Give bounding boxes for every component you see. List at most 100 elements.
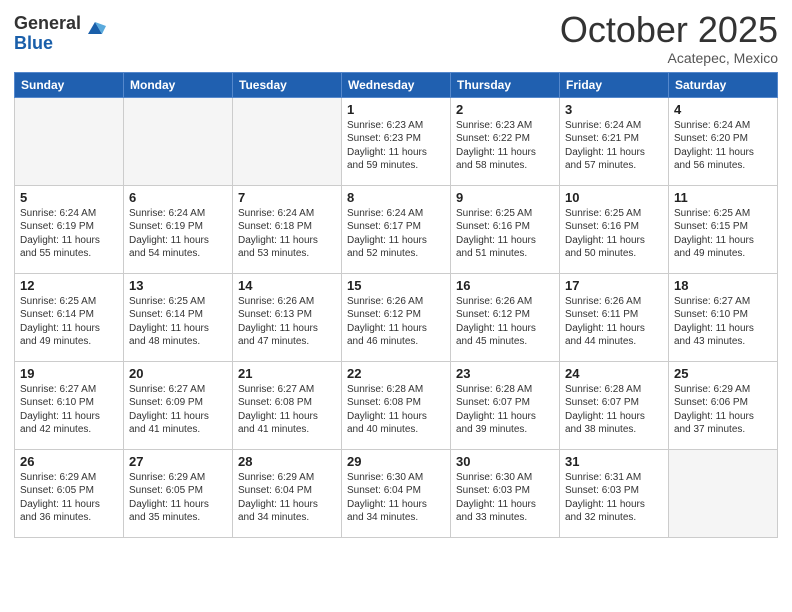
- logo-general: General: [14, 14, 81, 34]
- logo-icon: [84, 16, 106, 38]
- day-info: Sunrise: 6:29 AM Sunset: 6:06 PM Dayligh…: [674, 383, 772, 437]
- weekday-header: Thursday: [451, 72, 560, 97]
- day-number: 3: [565, 102, 663, 117]
- weekday-header: Saturday: [669, 72, 778, 97]
- day-info: Sunrise: 6:29 AM Sunset: 6:05 PM Dayligh…: [129, 471, 227, 525]
- calendar-cell: 22Sunrise: 6:28 AM Sunset: 6:08 PM Dayli…: [342, 361, 451, 449]
- day-number: 14: [238, 278, 336, 293]
- weekday-header: Wednesday: [342, 72, 451, 97]
- calendar-week-row: 26 Sunrise: 6:29 AM Sunset: 6:05 PM Dayli…: [15, 449, 778, 537]
- day-number: 16: [456, 278, 554, 293]
- day-number: 10: [565, 190, 663, 205]
- day-number: 8: [347, 190, 445, 205]
- calendar-cell: 18Sunrise: 6:27 AM Sunset: 6:10 PM Dayli…: [669, 273, 778, 361]
- day-info: Sunrise: 6:26 AM Sunset: 6:11 PM Dayligh…: [565, 295, 663, 349]
- calendar-cell: [669, 449, 778, 537]
- logo: General Blue: [14, 14, 106, 54]
- day-info: Sunrise: 6:24 AM Sunset: 6:19 PM Dayligh…: [20, 207, 118, 261]
- day-info: Sunrise: 6:28 AM Sunset: 6:07 PM Dayligh…: [456, 383, 554, 437]
- day-number: 18: [674, 278, 772, 293]
- day-info: Sunrise: 6:24 AM Sunset: 6:18 PM Dayligh…: [238, 207, 336, 261]
- calendar-week-row: 1 Sunrise: 6:23 AM Sunset: 6:23 PM Daylig…: [15, 97, 778, 185]
- day-number: 5: [20, 190, 118, 205]
- logo-blue: Blue: [14, 34, 81, 54]
- calendar-cell: 4 Sunrise: 6:24 AM Sunset: 6:20 PM Daylig…: [669, 97, 778, 185]
- day-info: Sunrise: 6:28 AM Sunset: 6:07 PM Dayligh…: [565, 383, 663, 437]
- day-info: Sunrise: 6:26 AM Sunset: 6:12 PM Dayligh…: [347, 295, 445, 349]
- day-number: 17: [565, 278, 663, 293]
- title-block: October 2025 Acatepec, Mexico: [560, 10, 778, 66]
- day-info: Sunrise: 6:30 AM Sunset: 6:03 PM Dayligh…: [456, 471, 554, 525]
- day-number: 25: [674, 366, 772, 381]
- day-info: Sunrise: 6:29 AM Sunset: 6:05 PM Dayligh…: [20, 471, 118, 525]
- day-number: 28: [238, 454, 336, 469]
- weekday-header-row: SundayMondayTuesdayWednesdayThursdayFrid…: [15, 72, 778, 97]
- day-info: Sunrise: 6:25 AM Sunset: 6:15 PM Dayligh…: [674, 207, 772, 261]
- day-info: Sunrise: 6:27 AM Sunset: 6:08 PM Dayligh…: [238, 383, 336, 437]
- calendar-cell: 26 Sunrise: 6:29 AM Sunset: 6:05 PM Dayli…: [15, 449, 124, 537]
- calendar-cell: 25 Sunrise: 6:29 AM Sunset: 6:06 PM Dayli…: [669, 361, 778, 449]
- day-number: 2: [456, 102, 554, 117]
- calendar-cell: 15Sunrise: 6:26 AM Sunset: 6:12 PM Dayli…: [342, 273, 451, 361]
- day-info: Sunrise: 6:31 AM Sunset: 6:03 PM Dayligh…: [565, 471, 663, 525]
- calendar-cell: 17 Sunrise: 6:26 AM Sunset: 6:11 PM Dayli…: [560, 273, 669, 361]
- day-info: Sunrise: 6:24 AM Sunset: 6:20 PM Dayligh…: [674, 119, 772, 173]
- day-info: Sunrise: 6:23 AM Sunset: 6:23 PM Dayligh…: [347, 119, 445, 173]
- calendar-cell: 13 Sunrise: 6:25 AM Sunset: 6:14 PM Dayli…: [124, 273, 233, 361]
- calendar-cell: [233, 97, 342, 185]
- day-info: Sunrise: 6:27 AM Sunset: 6:10 PM Dayligh…: [20, 383, 118, 437]
- calendar-cell: [124, 97, 233, 185]
- calendar-cell: 20 Sunrise: 6:27 AM Sunset: 6:09 PM Dayli…: [124, 361, 233, 449]
- calendar-cell: 24 Sunrise: 6:28 AM Sunset: 6:07 PM Dayli…: [560, 361, 669, 449]
- calendar-week-row: 12 Sunrise: 6:25 AM Sunset: 6:14 PM Dayli…: [15, 273, 778, 361]
- weekday-header: Monday: [124, 72, 233, 97]
- calendar-cell: 9Sunrise: 6:25 AM Sunset: 6:16 PM Daylig…: [451, 185, 560, 273]
- day-number: 24: [565, 366, 663, 381]
- day-info: Sunrise: 6:23 AM Sunset: 6:22 PM Dayligh…: [456, 119, 554, 173]
- day-number: 12: [20, 278, 118, 293]
- day-number: 31: [565, 454, 663, 469]
- day-number: 27: [129, 454, 227, 469]
- day-number: 7: [238, 190, 336, 205]
- day-number: 26: [20, 454, 118, 469]
- weekday-header: Friday: [560, 72, 669, 97]
- day-info: Sunrise: 6:27 AM Sunset: 6:09 PM Dayligh…: [129, 383, 227, 437]
- day-info: Sunrise: 6:26 AM Sunset: 6:13 PM Dayligh…: [238, 295, 336, 349]
- calendar-cell: 31 Sunrise: 6:31 AM Sunset: 6:03 PM Dayli…: [560, 449, 669, 537]
- day-number: 1: [347, 102, 445, 117]
- day-number: 22: [347, 366, 445, 381]
- day-number: 11: [674, 190, 772, 205]
- day-number: 4: [674, 102, 772, 117]
- calendar-cell: 5 Sunrise: 6:24 AM Sunset: 6:19 PM Daylig…: [15, 185, 124, 273]
- day-info: Sunrise: 6:24 AM Sunset: 6:17 PM Dayligh…: [347, 207, 445, 261]
- calendar-cell: 14 Sunrise: 6:26 AM Sunset: 6:13 PM Dayli…: [233, 273, 342, 361]
- calendar-cell: 30Sunrise: 6:30 AM Sunset: 6:03 PM Dayli…: [451, 449, 560, 537]
- header: General Blue October 2025 Acatepec, Mexi…: [14, 10, 778, 66]
- day-info: Sunrise: 6:30 AM Sunset: 6:04 PM Dayligh…: [347, 471, 445, 525]
- calendar-cell: 1 Sunrise: 6:23 AM Sunset: 6:23 PM Daylig…: [342, 97, 451, 185]
- page: General Blue October 2025 Acatepec, Mexi…: [0, 0, 792, 612]
- weekday-header: Tuesday: [233, 72, 342, 97]
- day-number: 19: [20, 366, 118, 381]
- day-info: Sunrise: 6:26 AM Sunset: 6:12 PM Dayligh…: [456, 295, 554, 349]
- day-info: Sunrise: 6:24 AM Sunset: 6:19 PM Dayligh…: [129, 207, 227, 261]
- calendar-week-row: 19 Sunrise: 6:27 AM Sunset: 6:10 PM Dayli…: [15, 361, 778, 449]
- day-info: Sunrise: 6:29 AM Sunset: 6:04 PM Dayligh…: [238, 471, 336, 525]
- calendar-cell: 16 Sunrise: 6:26 AM Sunset: 6:12 PM Dayli…: [451, 273, 560, 361]
- day-info: Sunrise: 6:25 AM Sunset: 6:16 PM Dayligh…: [456, 207, 554, 261]
- weekday-header: Sunday: [15, 72, 124, 97]
- calendar-cell: 23Sunrise: 6:28 AM Sunset: 6:07 PM Dayli…: [451, 361, 560, 449]
- calendar-cell: 19 Sunrise: 6:27 AM Sunset: 6:10 PM Dayli…: [15, 361, 124, 449]
- day-number: 20: [129, 366, 227, 381]
- day-number: 21: [238, 366, 336, 381]
- day-info: Sunrise: 6:24 AM Sunset: 6:21 PM Dayligh…: [565, 119, 663, 173]
- day-number: 13: [129, 278, 227, 293]
- calendar-table: SundayMondayTuesdayWednesdayThursdayFrid…: [14, 72, 778, 538]
- calendar-cell: 27 Sunrise: 6:29 AM Sunset: 6:05 PM Dayli…: [124, 449, 233, 537]
- day-info: Sunrise: 6:25 AM Sunset: 6:14 PM Dayligh…: [129, 295, 227, 349]
- day-number: 6: [129, 190, 227, 205]
- day-number: 29: [347, 454, 445, 469]
- calendar-cell: 10Sunrise: 6:25 AM Sunset: 6:16 PM Dayli…: [560, 185, 669, 273]
- calendar-cell: 29 Sunrise: 6:30 AM Sunset: 6:04 PM Dayli…: [342, 449, 451, 537]
- calendar-cell: 12Sunrise: 6:25 AM Sunset: 6:14 PM Dayli…: [15, 273, 124, 361]
